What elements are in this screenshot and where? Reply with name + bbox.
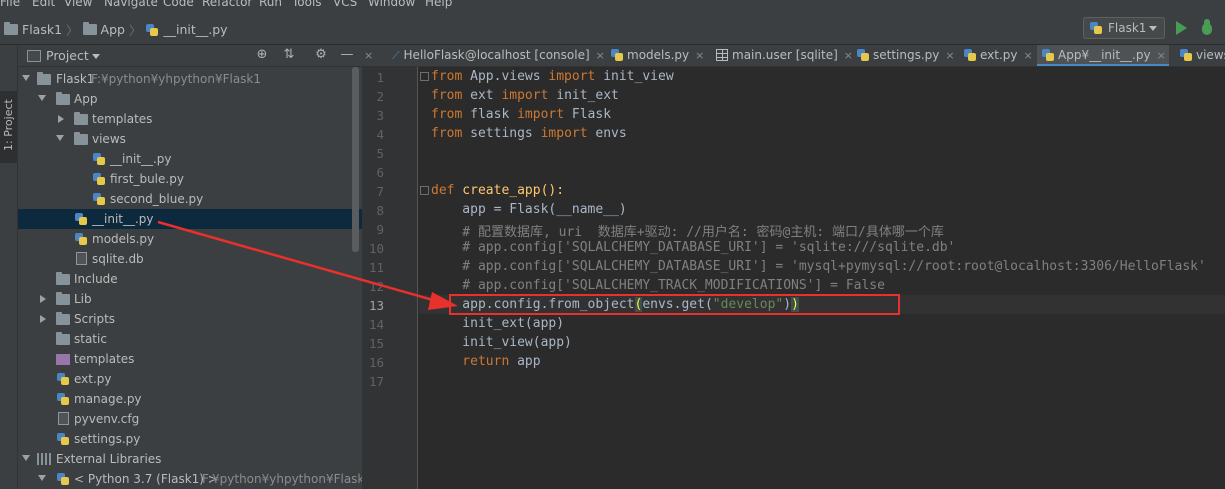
annotation-arrow [157,220,458,310]
annotation-arrow-line [157,220,441,304]
annotation-arrow-head [428,292,458,310]
